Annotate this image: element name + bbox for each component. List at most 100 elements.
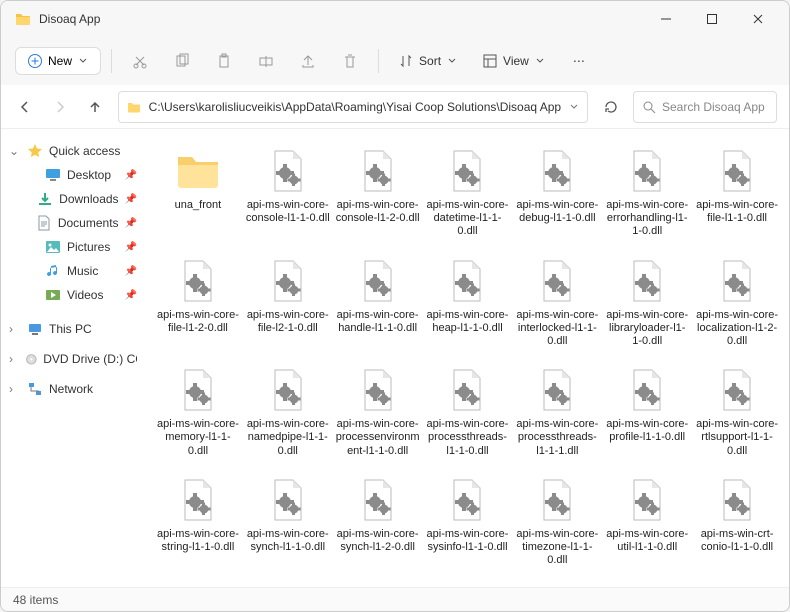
file-item[interactable]: api-ms-win-core-file-l1-2-0.dll	[156, 253, 240, 349]
file-name: api-ms-win-core-debug-l1-1-0.dll	[515, 199, 599, 225]
file-item[interactable]: api-ms-win-core-synch-l1-1-0.dll	[246, 472, 330, 568]
file-name: api-ms-win-core-file-l2-1-0.dll	[246, 309, 330, 335]
sidebar-item-label: Videos	[67, 288, 103, 302]
pin-icon: 📌	[125, 266, 137, 277]
file-item[interactable]: una_front	[156, 143, 240, 239]
maximize-button[interactable]	[689, 3, 735, 35]
dll-file-icon	[350, 472, 406, 528]
dll-file-icon	[350, 253, 406, 309]
dll-file-icon	[709, 253, 765, 309]
file-item[interactable]: api-ms-win-core-memory-l1-1-0.dll	[156, 362, 240, 458]
titlebar[interactable]: Disoaq App	[1, 1, 789, 37]
file-name: api-ms-win-core-synch-l1-2-0.dll	[336, 528, 420, 554]
cut-button[interactable]	[122, 43, 158, 79]
sidebar-item[interactable]: Pictures📌	[23, 235, 141, 259]
desktop-icon	[45, 167, 61, 183]
sidebar-item[interactable]: Videos📌	[23, 283, 141, 307]
minimize-button[interactable]	[643, 3, 689, 35]
sort-button[interactable]: Sort	[389, 48, 467, 74]
file-item[interactable]: api-ms-win-core-datetime-l1-1-0.dll	[426, 143, 510, 239]
share-button[interactable]	[290, 43, 326, 79]
dll-file-icon	[350, 362, 406, 418]
file-item[interactable]: api-ms-win-core-string-l1-1-0.dll	[156, 472, 240, 568]
file-item[interactable]: api-ms-win-core-console-l1-2-0.dll	[336, 143, 420, 239]
new-button[interactable]: New	[15, 47, 101, 75]
up-button[interactable]	[83, 91, 108, 123]
dll-file-icon	[350, 143, 406, 199]
address-bar: C:\Users\karolisliucveikis\AppData\Roami…	[1, 85, 789, 129]
file-item[interactable]: api-ms-win-core-file-l2-1-0.dll	[246, 253, 330, 349]
file-item[interactable]: api-ms-win-core-heap-l1-1-0.dll	[426, 253, 510, 349]
forward-button[interactable]	[48, 91, 73, 123]
doc-icon	[36, 215, 52, 231]
delete-button[interactable]	[332, 43, 368, 79]
folder-icon	[170, 143, 226, 199]
more-button[interactable]: ⋯	[561, 43, 597, 79]
file-item[interactable]: api-ms-win-core-timezone-l1-1-0.dll	[515, 472, 599, 568]
quick-access[interactable]: ⌄ Quick access	[5, 139, 141, 163]
dll-file-icon	[529, 472, 585, 528]
folder-icon	[127, 100, 141, 114]
file-name: api-ms-win-core-file-l1-2-0.dll	[156, 309, 240, 335]
file-item[interactable]: api-ms-win-core-namedpipe-l1-1-0.dll	[246, 362, 330, 458]
copy-button[interactable]	[164, 43, 200, 79]
file-item[interactable]: api-ms-win-crt-conio-l1-1-0.dll	[695, 472, 779, 568]
pic-icon	[45, 239, 61, 255]
file-item[interactable]: api-ms-win-core-processthreads-l1-1-1.dl…	[515, 362, 599, 458]
file-item[interactable]: api-ms-win-core-sysinfo-l1-1-0.dll	[426, 472, 510, 568]
file-pane[interactable]: una_frontapi-ms-win-core-console-l1-1-0.…	[146, 129, 789, 587]
back-button[interactable]	[13, 91, 38, 123]
sidebar-item-label: Music	[67, 264, 98, 278]
sidebar-item[interactable]: Desktop📌	[23, 163, 141, 187]
file-item[interactable]: api-ms-win-core-handle-l1-1-0.dll	[336, 253, 420, 349]
sidebar-item-label: Downloads	[59, 192, 118, 206]
download-icon	[37, 191, 53, 207]
item-count: 48 items	[13, 593, 58, 607]
file-name: api-ms-win-core-libraryloader-l1-1-0.dll	[605, 309, 689, 349]
dll-file-icon	[709, 362, 765, 418]
file-name: api-ms-win-core-datetime-l1-1-0.dll	[426, 199, 510, 239]
file-item[interactable]: api-ms-win-core-errorhandling-l1-1-0.dll	[605, 143, 689, 239]
file-item[interactable]: api-ms-win-core-processthreads-l1-1-0.dl…	[426, 362, 510, 458]
file-item[interactable]: api-ms-win-core-util-l1-1-0.dll	[605, 472, 689, 568]
file-item[interactable]: api-ms-win-core-synch-l1-2-0.dll	[336, 472, 420, 568]
sidebar-item-label: Pictures	[67, 240, 110, 254]
file-name: api-ms-win-core-handle-l1-1-0.dll	[336, 309, 420, 335]
sidebar[interactable]: ⌄ Quick access Desktop📌Downloads📌Documen…	[1, 129, 146, 587]
chevron-down-icon[interactable]	[569, 102, 579, 112]
dll-file-icon	[439, 362, 495, 418]
rename-button[interactable]	[248, 43, 284, 79]
file-item[interactable]: api-ms-win-core-processenvironment-l1-1-…	[336, 362, 420, 458]
address-box[interactable]: C:\Users\karolisliucveikis\AppData\Roami…	[118, 91, 588, 123]
file-item[interactable]: api-ms-win-core-rtlsupport-l1-1-0.dll	[695, 362, 779, 458]
window-controls	[643, 3, 781, 35]
file-name: api-ms-win-core-namedpipe-l1-1-0.dll	[246, 418, 330, 458]
sidebar-item[interactable]: Music 📌	[23, 259, 141, 283]
network[interactable]: › Network	[5, 377, 141, 401]
dll-file-icon	[619, 472, 675, 528]
file-item[interactable]: api-ms-win-core-libraryloader-l1-1-0.dll	[605, 253, 689, 349]
file-item[interactable]: api-ms-win-core-localization-l1-2-0.dll	[695, 253, 779, 349]
dvd-drive[interactable]: › DVD Drive (D:) CCCC	[5, 347, 141, 371]
view-button[interactable]: View	[473, 48, 555, 74]
sidebar-item-label: Desktop	[67, 168, 111, 182]
star-icon	[27, 143, 43, 159]
sidebar-item[interactable]: Downloads📌	[23, 187, 141, 211]
window-title: Disoaq App	[39, 12, 643, 26]
this-pc[interactable]: › This PC	[5, 317, 141, 341]
paste-button[interactable]	[206, 43, 242, 79]
view-icon	[483, 54, 497, 68]
dll-file-icon	[439, 472, 495, 528]
file-name: api-ms-win-core-sysinfo-l1-1-0.dll	[426, 528, 510, 554]
file-item[interactable]: api-ms-win-core-console-l1-1-0.dll	[246, 143, 330, 239]
file-name: api-ms-win-core-processenvironment-l1-1-…	[336, 418, 420, 458]
search-box[interactable]: Search Disoaq App	[633, 91, 777, 123]
file-item[interactable]: api-ms-win-core-interlocked-l1-1-0.dll	[515, 253, 599, 349]
chevron-down-icon	[447, 56, 457, 66]
file-item[interactable]: api-ms-win-core-debug-l1-1-0.dll	[515, 143, 599, 239]
file-item[interactable]: api-ms-win-core-profile-l1-1-0.dll	[605, 362, 689, 458]
sidebar-item[interactable]: Documents📌	[23, 211, 141, 235]
refresh-button[interactable]	[598, 91, 623, 123]
file-item[interactable]: api-ms-win-core-file-l1-1-0.dll	[695, 143, 779, 239]
close-button[interactable]	[735, 3, 781, 35]
